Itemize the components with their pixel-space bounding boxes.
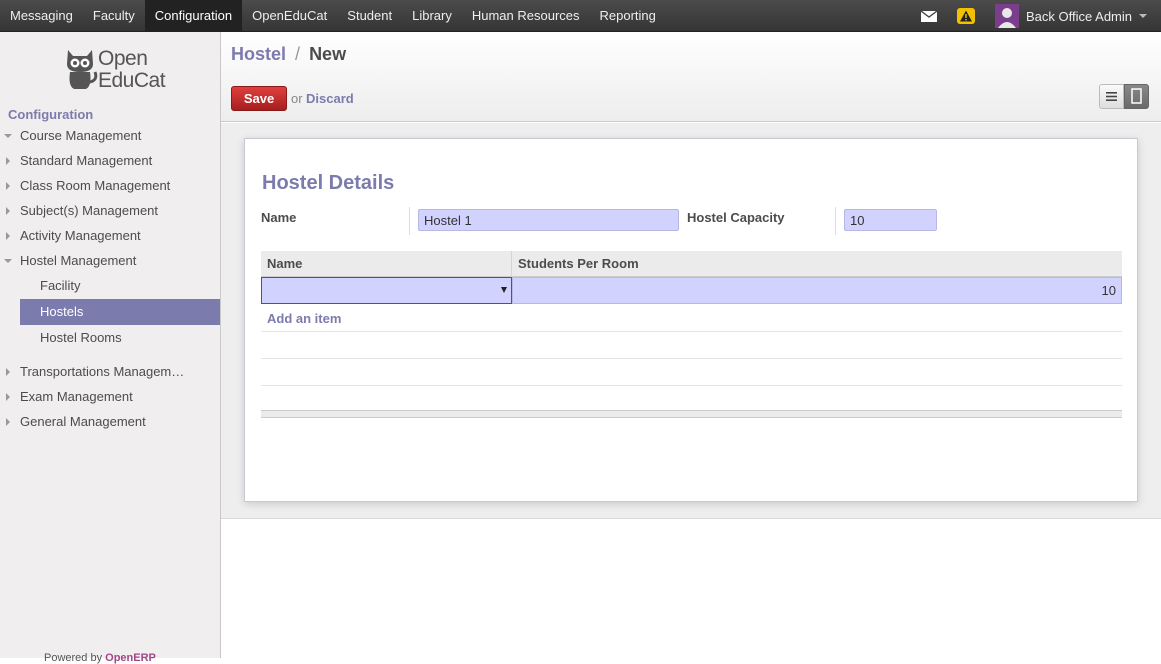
breadcrumb-separator: / [295,44,301,64]
sidebar: Open EduCat Configuration Course Managem… [0,32,221,664]
or-text: or [291,91,303,106]
table-footer [261,410,1122,418]
sidebar-nav: Course Management Standard Management Cl… [0,123,220,434]
sidebar-item-transportations-management[interactable]: Transportations Managem… [0,359,220,384]
main-menu: Messaging Faculty Configuration OpenEduC… [0,0,666,32]
openeducat-logo[interactable]: Open EduCat [62,46,166,94]
chevron-down-icon [1139,14,1147,18]
breadcrumb: Hostel / New [231,44,346,65]
sidebar-item-standard-management[interactable]: Standard Management [0,148,220,173]
column-header-students-per-room[interactable]: Students Per Room [512,251,1122,277]
caret-right-icon [6,232,10,240]
caret-right-icon [6,157,10,165]
chevron-down-icon[interactable] [501,287,507,293]
sidebar-item-activity-management[interactable]: Activity Management [0,223,220,248]
warning-icon[interactable] [957,8,976,24]
form-header: Hostel / New Save or Discard [221,32,1161,122]
caret-down-icon [4,134,12,138]
powered-by-brand[interactable]: OpenERP [105,652,156,664]
list-view-button[interactable] [1099,84,1124,109]
hostel-capacity-input[interactable] [844,209,937,231]
sidebar-item-exam-management[interactable]: Exam Management [0,384,220,409]
sidebar-subitem-hostel-rooms[interactable]: Hostel Rooms [0,325,220,351]
save-button[interactable]: Save [231,86,287,111]
sidebar-section-title: Configuration [8,107,94,122]
menu-reporting[interactable]: Reporting [590,0,666,32]
row-students-per-room-input[interactable]: 10 [512,277,1122,304]
list-icon [1106,92,1117,101]
sidebar-item-subjects-management[interactable]: Subject(s) Management [0,198,220,223]
menu-configuration[interactable]: Configuration [144,0,243,32]
caret-down-icon [4,259,12,263]
sidebar-subitem-facility[interactable]: Facility [0,273,220,299]
column-header-name[interactable]: Name [261,251,512,277]
add-item-link[interactable]: Add an item [267,311,341,326]
mail-icon[interactable] [921,10,938,22]
discard-link[interactable]: Discard [306,91,354,106]
field-separator [409,207,410,235]
top-menu-bar: Messaging Faculty Configuration OpenEduC… [0,0,1161,32]
sidebar-item-general-management[interactable]: General Management [0,409,220,434]
sidebar-subitem-hostels[interactable]: Hostels [20,299,220,325]
caret-right-icon [6,368,10,376]
field-separator [835,207,836,235]
row-name-select[interactable] [261,277,512,304]
form-icon [1131,88,1142,104]
caret-right-icon [6,182,10,190]
table-row-divider [261,331,1122,332]
breadcrumb-current: New [309,44,347,64]
form-sheet: Hostel Details Name Hostel Capacity Name… [244,138,1138,502]
logo-text: Open EduCat [98,47,166,92]
menu-human-resources[interactable]: Human Resources [462,0,590,32]
table-row-divider [261,358,1122,359]
table-row-divider [261,385,1122,386]
avatar [995,4,1020,28]
view-switcher [1099,84,1149,109]
caret-right-icon [6,393,10,401]
user-name: Back Office Admin [1026,8,1132,24]
table-row: 10 [261,277,1122,304]
cat-logo-icon [67,50,98,89]
powered-by: Powered by OpenERP [44,652,156,664]
form-background: Hostel Details Name Hostel Capacity Name… [221,123,1161,519]
menu-openeducat[interactable]: OpenEduCat [242,0,337,32]
top-right-tools: Back Office Admin [921,0,1161,32]
name-input[interactable] [418,209,679,231]
name-label: Name [261,210,297,225]
form-title: Hostel Details [262,172,395,194]
table-header: Name Students Per Room [261,251,1122,277]
sidebar-item-class-room-management[interactable]: Class Room Management [0,173,220,198]
form-view-button[interactable] [1124,84,1149,109]
caret-right-icon [6,207,10,215]
hostel-capacity-label: Hostel Capacity [687,210,785,225]
menu-faculty[interactable]: Faculty [83,0,145,32]
breadcrumb-hostel-link[interactable]: Hostel [231,44,286,64]
menu-library[interactable]: Library [402,0,462,32]
sidebar-item-course-management[interactable]: Course Management [0,123,220,148]
sidebar-item-hostel-management[interactable]: Hostel Management [0,248,220,273]
user-menu[interactable]: Back Office Admin [995,0,1147,32]
caret-right-icon [6,418,10,426]
menu-messaging[interactable]: Messaging [0,0,83,32]
menu-student[interactable]: Student [337,0,402,32]
